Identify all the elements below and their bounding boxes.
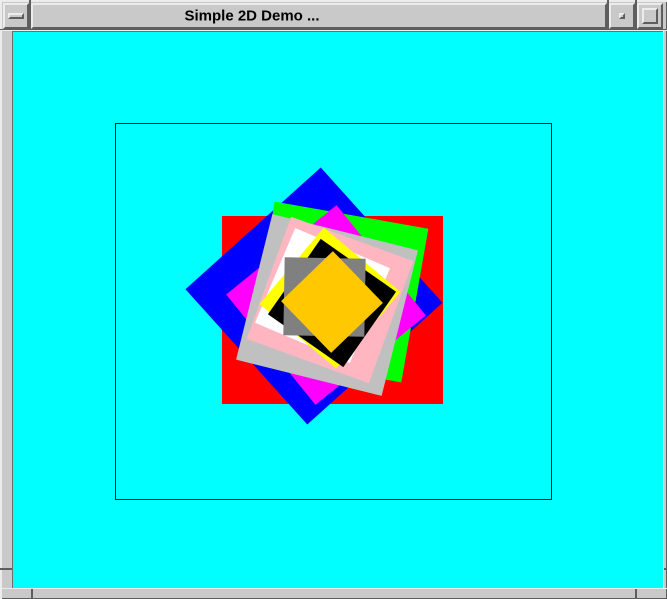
- screen: Simple 2D Demo ...: [0, 0, 667, 599]
- app-window: Simple 2D Demo ...: [0, 0, 667, 599]
- drawing-layer: [0, 0, 667, 599]
